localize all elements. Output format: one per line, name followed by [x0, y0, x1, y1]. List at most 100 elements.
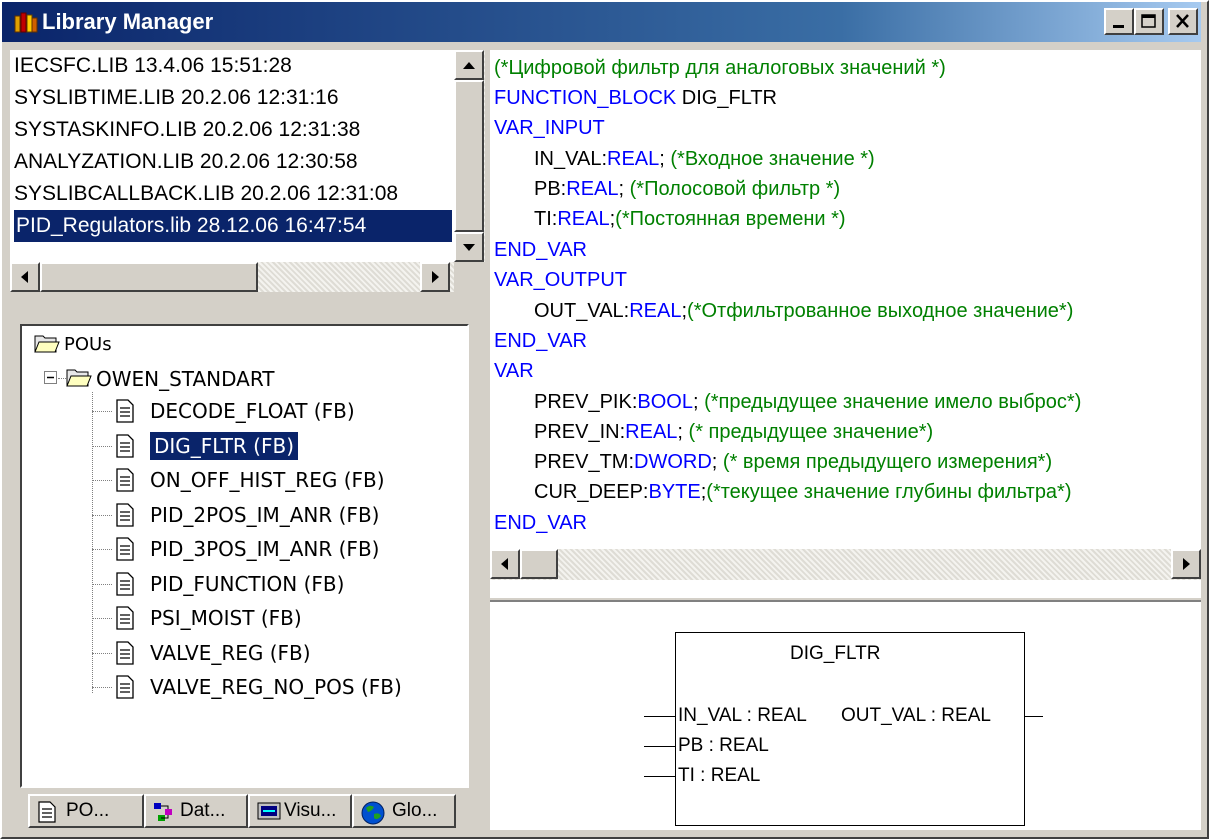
close-button[interactable] — [1168, 8, 1198, 35]
tab-label: Glo... — [392, 800, 438, 821]
tree-connector — [92, 618, 112, 619]
tree-connector — [92, 687, 112, 688]
fb-document-icon — [116, 641, 134, 665]
visualization-icon — [257, 802, 281, 820]
tree-root-label[interactable]: POUs — [64, 331, 112, 359]
code-line: OUT_VAL:REAL;(*Отфильтрованное выходное … — [534, 300, 1074, 322]
code-hscroll-track[interactable] — [490, 549, 1201, 580]
code-line: END_VAR — [494, 512, 587, 534]
input-pin-label: PB : REAL — [678, 735, 769, 756]
fb-document-icon — [116, 468, 134, 492]
folder-open-icon — [66, 369, 92, 387]
document-icon — [38, 801, 56, 823]
tree-item[interactable]: VALVE_REG (FB) — [150, 639, 311, 667]
library-item-selected[interactable]: PID_Regulators.lib 28.12.06 16:47:54 — [14, 210, 452, 242]
code-line: PREV_TM:DWORD; (* время предыдущего изме… — [534, 451, 1053, 473]
fb-document-icon — [116, 606, 134, 630]
tree-item-selected[interactable]: DIG_FLTR (FB) — [150, 432, 298, 460]
code-scroll-left-button[interactable] — [490, 549, 520, 579]
scroll-corner — [454, 262, 485, 292]
input-pin-label: TI : REAL — [678, 765, 761, 786]
code-line: PREV_PIK:BOOL; (*предыдущее значение име… — [534, 391, 1082, 413]
fb-document-icon — [116, 675, 134, 699]
code-line: END_VAR — [494, 239, 587, 261]
tree-item[interactable]: DECODE_FLOAT (FB) — [150, 397, 355, 425]
code-line: VAR_OUTPUT — [494, 269, 627, 291]
minimize-button[interactable] — [1104, 8, 1134, 35]
arrow-left-icon — [501, 558, 508, 570]
fb-document-icon — [116, 399, 134, 423]
arrow-down-icon — [463, 244, 475, 251]
input-pin-line — [644, 776, 675, 777]
output-pin-line — [1024, 716, 1043, 717]
close-icon — [1176, 14, 1189, 28]
tab-label: PO... — [66, 800, 110, 821]
library-item[interactable]: ANALYZATION.LIB 20.2.06 12:30:58 — [14, 146, 358, 178]
fb-document-icon — [116, 434, 134, 458]
library-icon — [14, 12, 38, 33]
tree-item[interactable]: VALVE_REG_NO_POS (FB) — [150, 673, 402, 701]
code-line: IN_VAL:REAL; (*Входное значение *) — [534, 148, 875, 170]
code-line: PREV_IN:REAL; (* предыдущее значение*) — [534, 421, 934, 443]
declaration-editor[interactable]: (*Цифровой фильтр для аналоговых значени… — [490, 50, 1201, 598]
folder-open-icon — [34, 335, 60, 353]
tree-item[interactable]: ON_OFF_HIST_REG (FB) — [150, 466, 385, 494]
library-item[interactable]: SYSLIBCALLBACK.LIB 20.2.06 12:31:08 — [14, 178, 398, 210]
code-hscroll-thumb[interactable] — [520, 549, 558, 579]
library-hscroll-thumb[interactable] — [40, 262, 258, 292]
tab-global-variables[interactable]: Glo... — [352, 794, 456, 828]
library-scroll-up-button[interactable] — [454, 50, 484, 80]
library-item[interactable]: SYSTASKINFO.LIB 20.2.06 12:31:38 — [14, 114, 360, 146]
maximize-icon — [1141, 14, 1156, 28]
tree-item[interactable]: PID_FUNCTION (FB) — [150, 570, 344, 598]
input-pin-label: IN_VAL : REAL — [678, 705, 807, 726]
arrow-right-icon — [1183, 558, 1190, 570]
arrow-right-icon — [432, 271, 439, 283]
tree-connector — [92, 515, 112, 516]
tree-connector — [92, 411, 112, 412]
tree-folder-label[interactable]: OWEN_STANDART — [96, 365, 275, 393]
title-bar[interactable]: Library Manager — [2, 2, 1201, 42]
arrow-up-icon — [463, 62, 475, 69]
code-line: CUR_DEEP:BYTE;(*текущее значение глубины… — [534, 481, 1072, 503]
code-line: VAR — [494, 360, 534, 382]
library-list: IECSFC.LIB 13.4.06 15:51:28 SYSLIBTIME.L… — [10, 50, 485, 292]
minimize-icon — [1113, 25, 1124, 28]
tab-visualizations[interactable]: Visu... — [248, 794, 352, 828]
window-title: Library Manager — [42, 9, 214, 34]
library-scroll-left-button[interactable] — [10, 262, 40, 292]
library-item[interactable]: SYSLIBTIME.LIB 20.2.06 12:31:16 — [14, 82, 339, 114]
library-scroll-down-button[interactable] — [454, 232, 484, 262]
code-line: TI:REAL;(*Постоянная времени *) — [534, 208, 846, 230]
datatypes-icon — [154, 803, 172, 821]
library-scroll-right-button[interactable] — [420, 262, 450, 292]
library-vscroll-thumb[interactable] — [454, 80, 484, 232]
tab-pous[interactable]: PO... — [28, 794, 144, 828]
code-line: PB:REAL; (*Полосовой фильтр *) — [534, 178, 841, 200]
block-name: DIG_FLTR — [790, 643, 881, 664]
tree-item[interactable]: PID_2POS_IM_ANR (FB) — [150, 501, 379, 529]
tree-item[interactable]: PID_3POS_IM_ANR (FB) — [150, 535, 379, 563]
library-item[interactable]: IECSFC.LIB 13.4.06 15:51:28 — [14, 50, 292, 82]
tree-connector — [92, 549, 112, 550]
tree-connector — [92, 653, 112, 654]
tab-label: Visu... — [284, 800, 337, 821]
code-line: FUNCTION_BLOCK DIG_FLTR — [494, 87, 778, 109]
tree-item[interactable]: PSI_MOIST (FB) — [150, 604, 302, 632]
code-scroll-right-button[interactable] — [1171, 549, 1201, 579]
tab-datatypes[interactable]: Dat... — [144, 794, 248, 828]
maximize-button[interactable] — [1134, 8, 1164, 35]
tree-connector — [58, 378, 66, 379]
tree-connector — [92, 584, 112, 585]
tree-connector — [92, 392, 93, 693]
fb-document-icon — [116, 537, 134, 561]
tree-connector — [92, 446, 112, 447]
collapse-icon[interactable] — [44, 371, 58, 385]
globe-icon — [361, 801, 385, 825]
code-line: (*Цифровой фильтр для аналоговых значени… — [494, 57, 946, 79]
input-pin-line — [644, 746, 675, 747]
fb-document-icon — [116, 572, 134, 596]
arrow-left-icon — [21, 271, 28, 283]
code-line: VAR_INPUT — [494, 117, 605, 139]
tab-label: Dat... — [180, 800, 226, 821]
